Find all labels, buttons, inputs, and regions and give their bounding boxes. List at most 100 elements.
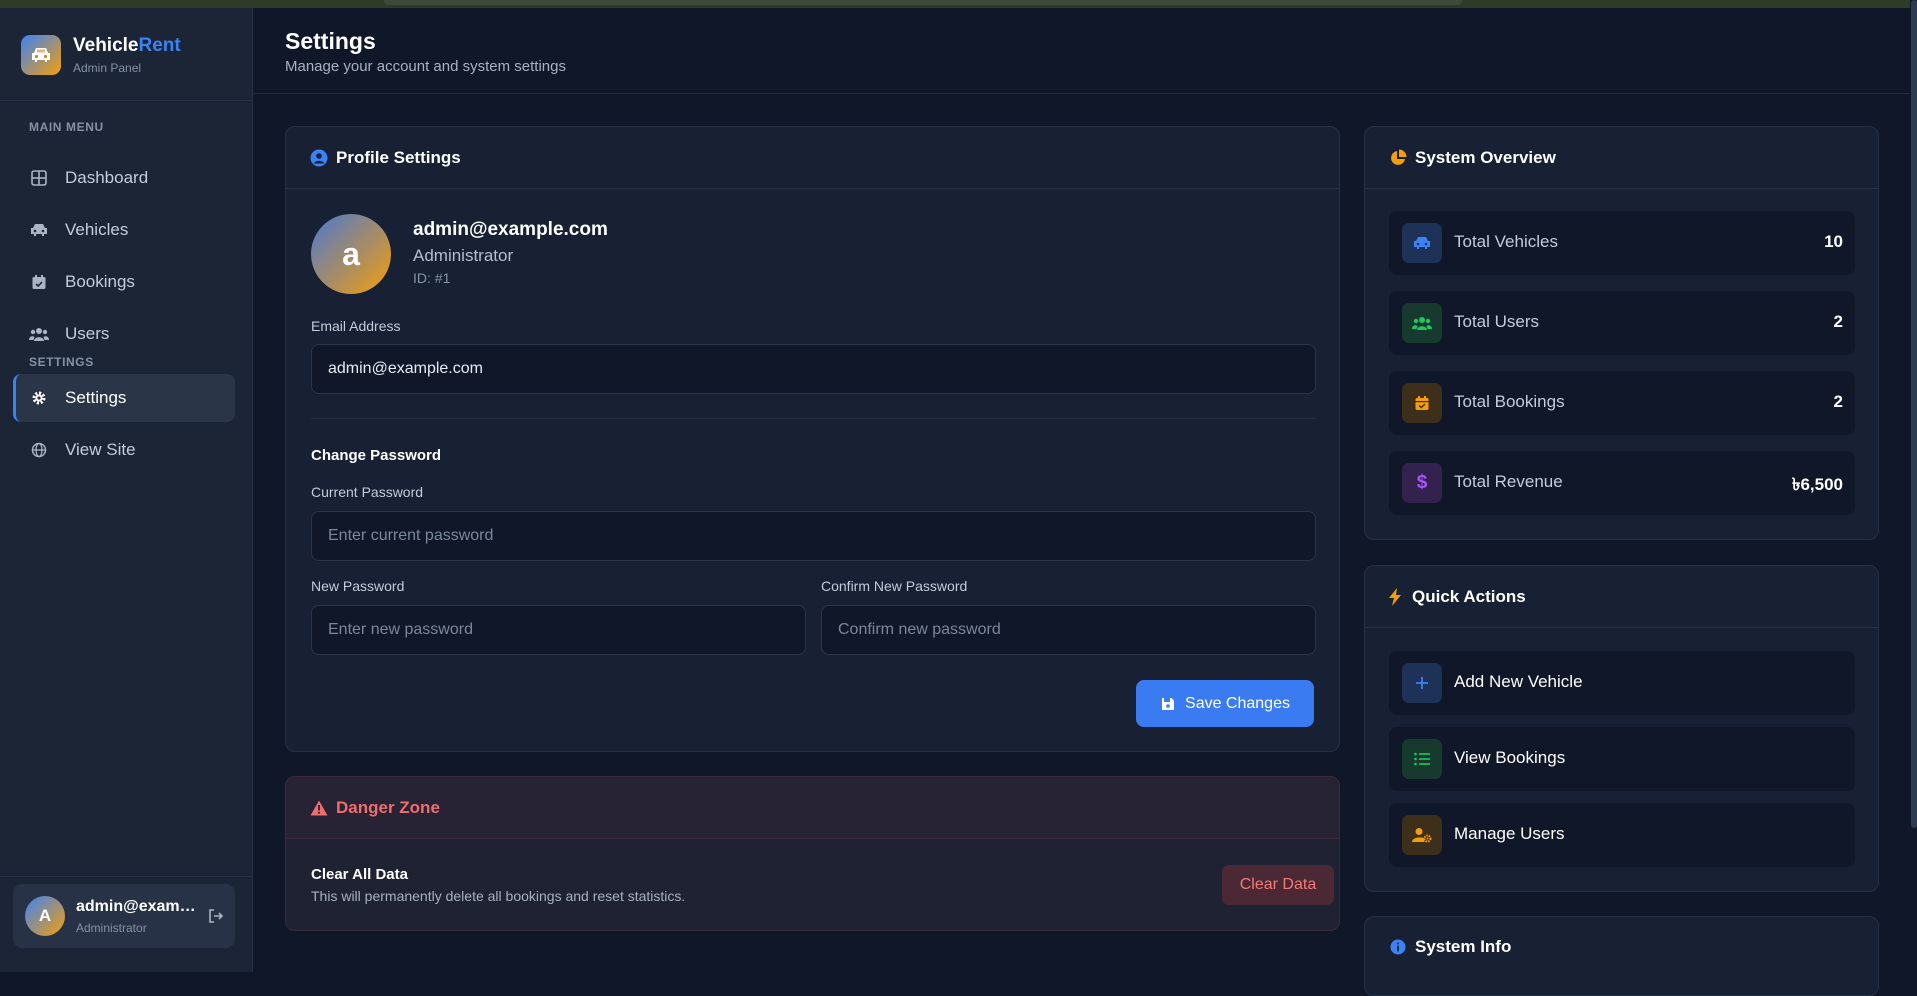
profile-settings-card: Profile Settings a admin@example.com Adm… [285, 126, 1340, 752]
sidebar-item-label: Settings [65, 388, 127, 407]
grid-icon [29, 168, 49, 188]
stat-label: Total Bookings [1454, 392, 1565, 411]
car-icon [1402, 223, 1442, 263]
stat-value: ৳6,500 [1791, 475, 1843, 494]
quick-actions-header: Quick Actions [1365, 566, 1878, 628]
sidebar-item-users[interactable]: Users [13, 310, 235, 358]
user-circle-icon [310, 149, 328, 167]
current-password-input[interactable] [311, 511, 1316, 561]
user-cog-icon [1402, 815, 1442, 855]
user-card[interactable]: A admin@example.com Administrator [13, 884, 235, 948]
new-password-label: New Password [311, 578, 405, 594]
new-password-input[interactable] [311, 605, 806, 655]
stat-value: 10 [1824, 232, 1843, 251]
card-title: Danger Zone [336, 797, 440, 817]
action-label: Add New Vehicle [1454, 672, 1583, 691]
stat-total-bookings: Total Bookings 2 [1389, 371, 1855, 435]
clear-data-description: This will permanently delete all booking… [311, 888, 686, 904]
card-title: System Overview [1415, 147, 1556, 167]
users-icon [29, 324, 49, 344]
system-overview-header: System Overview [1365, 127, 1878, 189]
page-header: Settings Manage your account and system … [253, 8, 1910, 94]
stat-label: Total Users [1454, 312, 1540, 331]
manage-users-button[interactable]: Manage Users [1389, 803, 1855, 867]
view-bookings-button[interactable]: View Bookings [1389, 727, 1855, 791]
user-role: Administrator [76, 921, 147, 935]
confirm-password-label: Confirm New Password [821, 578, 968, 594]
card-title: System Info [1415, 937, 1512, 956]
sidebar-item-label: View Site [65, 440, 136, 459]
brand-subtitle: Admin Panel [73, 61, 142, 75]
button-label: Save Changes [1185, 694, 1290, 712]
sidebar-item-view-site[interactable]: View Site [13, 426, 235, 474]
sidebar-item-label: Bookings [65, 272, 135, 291]
sidebar-item-bookings[interactable]: Bookings [13, 258, 235, 306]
danger-zone-header: Danger Zone [286, 777, 1339, 839]
system-overview-card: System Overview Total Vehicles 10 Total … [1364, 126, 1879, 540]
list-icon [1402, 739, 1442, 779]
email-field[interactable] [311, 344, 1316, 394]
avatar: A [25, 896, 65, 936]
confirm-password-input[interactable] [821, 605, 1316, 655]
car-icon [21, 35, 61, 75]
danger-zone-card: Danger Zone Clear All Data This will per… [285, 776, 1340, 931]
clear-data-title: Clear All Data [311, 866, 408, 883]
brand[interactable]: VehicleRent Admin Panel [0, 8, 252, 101]
dollar-icon: $ [1402, 463, 1442, 503]
stat-label: Total Revenue [1454, 472, 1563, 491]
nav-section-main: MAIN MENU [29, 120, 104, 134]
gear-icon [29, 388, 49, 408]
stat-value: 2 [1833, 312, 1843, 331]
action-label: View Bookings [1454, 748, 1566, 767]
info-icon [1389, 938, 1407, 956]
save-changes-button[interactable]: Save Changes [1136, 680, 1314, 727]
stat-value: 2 [1833, 392, 1843, 411]
email-label: Email Address [311, 318, 401, 334]
user-name: admin@example.com [76, 898, 201, 915]
change-password-title: Change Password [311, 447, 442, 464]
sidebar-item-settings[interactable]: Settings [13, 374, 235, 422]
system-info-header: System Info [1365, 917, 1878, 977]
sidebar-item-label: Users [65, 324, 110, 343]
card-title: Profile Settings [336, 147, 461, 167]
clear-data-button[interactable]: Clear Data [1222, 865, 1334, 905]
card-title: Quick Actions [1412, 586, 1526, 606]
calendar-check-icon [29, 272, 49, 292]
sidebar: VehicleRent Admin Panel MAIN MENU Dashbo… [0, 8, 253, 972]
sidebar-item-label: Vehicles [65, 220, 129, 239]
pie-chart-icon [1389, 149, 1407, 167]
avatar: a [311, 214, 391, 294]
page-subtitle: Manage your account and system settings [285, 58, 566, 75]
calendar-icon [1402, 383, 1442, 423]
profile-id: ID: #1 [413, 270, 451, 286]
globe-icon [29, 440, 49, 460]
profile-settings-header: Profile Settings [286, 127, 1339, 189]
profile-email: admin@example.com [413, 219, 608, 240]
top-strip [0, 0, 1917, 8]
sidebar-item-dashboard[interactable]: Dashboard [13, 154, 235, 202]
users-icon [1402, 303, 1442, 343]
stat-label: Total Vehicles [1454, 232, 1558, 251]
plus-icon [1402, 663, 1442, 703]
sidebar-item-vehicles[interactable]: Vehicles [13, 206, 235, 254]
stat-total-revenue: $ Total Revenue ৳6,500 [1389, 451, 1855, 515]
system-info-card: System Info [1364, 916, 1879, 996]
car-icon [29, 220, 49, 240]
current-password-label: Current Password [311, 484, 424, 500]
save-icon [1160, 696, 1176, 712]
nav-section-settings: SETTINGS [29, 355, 94, 369]
stat-total-vehicles: Total Vehicles 10 [1389, 211, 1855, 275]
stat-total-users: Total Users 2 [1389, 291, 1855, 355]
sidebar-item-label: Dashboard [65, 168, 149, 187]
profile-role: Administrator [413, 246, 514, 265]
divider [311, 418, 1316, 419]
logout-icon[interactable] [206, 906, 226, 926]
warning-icon [310, 799, 328, 817]
add-new-vehicle-button[interactable]: Add New Vehicle [1389, 651, 1855, 715]
bolt-icon [1386, 587, 1404, 606]
quick-actions-card: Quick Actions Add New Vehicle View Booki… [1364, 565, 1879, 892]
brand-name: VehicleRent [73, 35, 181, 56]
page-scrollbar[interactable] [1910, 0, 1917, 972]
page-title: Settings [285, 28, 376, 54]
action-label: Manage Users [1454, 824, 1565, 843]
